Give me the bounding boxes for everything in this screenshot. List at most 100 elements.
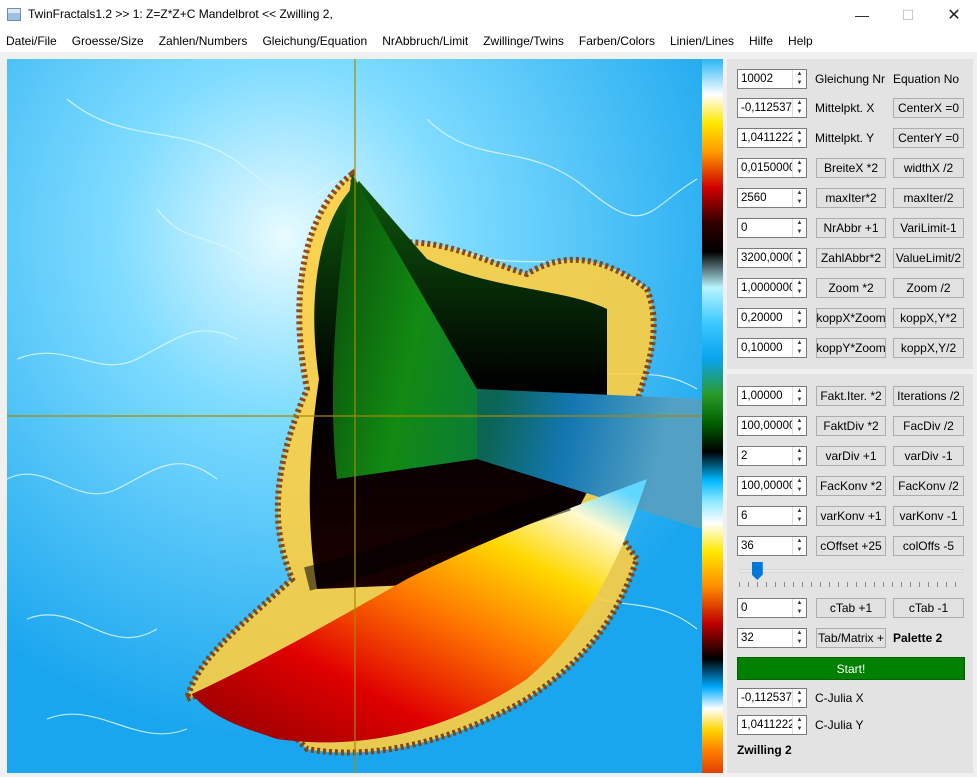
fackonv-spinbox[interactable]: 100,00000 ▲ ▼ — [737, 476, 807, 496]
tabmatrix-plus-button[interactable]: Tab/Matrix + — [816, 628, 886, 648]
spin-arrows[interactable]: ▲ ▼ — [792, 99, 806, 117]
spin-value: 0,0150000 — [741, 162, 793, 174]
width-spinbox[interactable]: 0,0150000 ▲ ▼ — [737, 158, 807, 178]
valuelimit-half-button[interactable]: ValueLimit/2 — [893, 248, 964, 268]
spin-arrows[interactable]: ▲ ▼ — [792, 689, 806, 707]
spin-arrows[interactable]: ▲ ▼ — [792, 309, 806, 327]
spin-arrows[interactable]: ▲ ▼ — [792, 129, 806, 147]
maxiter-spinbox[interactable]: 2560 ▲ ▼ — [737, 188, 807, 208]
koppy-zoom-button[interactable]: koppY*Zoom — [816, 338, 886, 358]
spin-arrows[interactable]: ▲ ▼ — [792, 189, 806, 207]
maxiter-double-button[interactable]: maxIter*2 — [816, 188, 886, 208]
ctab-minus-button[interactable]: cTab -1 — [893, 598, 964, 618]
minimize-button[interactable]: — — [839, 0, 885, 30]
koppxy-double-button[interactable]: koppX,Y*2 — [893, 308, 964, 328]
spin-arrows[interactable]: ▲ ▼ — [792, 629, 806, 647]
spin-arrows[interactable]: ▲ ▼ — [792, 219, 806, 237]
center-y-zero-button[interactable]: CenterY =0 — [893, 128, 964, 148]
nrabbr-plus-button[interactable]: NrAbbr +1 — [816, 218, 886, 238]
koppx-zoom-button[interactable]: koppX*Zoom — [816, 308, 886, 328]
color-palette-bar — [702, 59, 723, 773]
zoom-double-button[interactable]: Zoom *2 — [816, 278, 886, 298]
fackonv-double-button[interactable]: FacKonv *2 — [816, 476, 886, 496]
julia-y-spinbox[interactable]: 1,0411222 ▲ ▼ — [737, 715, 807, 735]
menu-zahlen[interactable]: Zahlen/Numbers — [159, 34, 248, 48]
spin-arrows[interactable]: ▲ ▼ — [792, 447, 806, 465]
menu-help[interactable]: Help — [788, 34, 813, 48]
zahlabbr-spinbox[interactable]: 3200,0000 ▲ ▼ — [737, 248, 807, 268]
nrabbr-spinbox[interactable]: 0 ▲ ▼ — [737, 218, 807, 238]
varkonv-minus-button[interactable]: varKonv -1 — [893, 506, 964, 526]
spin-arrows[interactable]: ▲ ▼ — [792, 599, 806, 617]
tabmatrix-spinbox[interactable]: 32 ▲ ▼ — [737, 628, 807, 648]
spin-arrows[interactable]: ▲ ▼ — [792, 387, 806, 405]
spin-arrows[interactable]: ▲ ▼ — [792, 716, 806, 734]
color-slider-ticks — [739, 582, 963, 587]
center-x-spinbox[interactable]: -0,1125379 ▲ ▼ — [737, 98, 807, 118]
spin-value: 0 — [741, 602, 748, 614]
vardiv-plus-button[interactable]: varDiv +1 — [816, 446, 886, 466]
koppx-spinbox[interactable]: 0,20000 ▲ ▼ — [737, 308, 807, 328]
menu-linien[interactable]: Linien/Lines — [670, 34, 734, 48]
equation-spinbox[interactable]: 10002 ▲ ▼ — [737, 69, 807, 89]
koppxy-half-button[interactable]: koppX,Y/2 — [893, 338, 964, 358]
spin-arrows[interactable]: ▲ ▼ — [792, 279, 806, 297]
spin-arrows[interactable]: ▲ ▼ — [792, 417, 806, 435]
palette-label: Palette 2 — [893, 631, 943, 645]
spin-arrows[interactable]: ▲ ▼ — [792, 507, 806, 525]
zoom-half-button[interactable]: Zoom /2 — [893, 278, 964, 298]
width-half-button[interactable]: widthX /2 — [893, 158, 964, 178]
spin-value: 1,0411222 — [741, 132, 793, 144]
menu-zwillinge[interactable]: Zwillinge/Twins — [483, 34, 564, 48]
menu-nrabbruch[interactable]: NrAbbruch/Limit — [382, 34, 468, 48]
spin-arrows[interactable]: ▲ ▼ — [792, 159, 806, 177]
zoom-spinbox[interactable]: 1,0000000 ▲ ▼ — [737, 278, 807, 298]
fackonv-half-button[interactable]: FacKonv /2 — [893, 476, 964, 496]
spin-value: 1,00000 — [741, 390, 783, 402]
coloffs-minus-button[interactable]: colOffs -5 — [893, 536, 964, 556]
vardiv-spinbox[interactable]: 2 ▲ ▼ — [737, 446, 807, 466]
center-y-label: Mittelpkt. Y — [815, 131, 875, 145]
spin-value: 2560 — [741, 192, 767, 204]
coffset-plus-button[interactable]: cOffset +25 — [816, 536, 886, 556]
spin-value: 6 — [741, 510, 748, 522]
spin-value: 3200,0000 — [741, 252, 793, 264]
fractal-canvas[interactable] — [7, 59, 702, 773]
center-x-zero-button[interactable]: CenterX =0 — [893, 98, 964, 118]
ctab-spinbox[interactable]: 0 ▲ ▼ — [737, 598, 807, 618]
menu-groesse[interactable]: Groesse/Size — [72, 34, 144, 48]
spin-arrows[interactable]: ▲ ▼ — [792, 537, 806, 555]
varkonv-plus-button[interactable]: varKonv +1 — [816, 506, 886, 526]
center-y-spinbox[interactable]: 1,0411222 ▲ ▼ — [737, 128, 807, 148]
menu-datei[interactable]: Datei/File — [6, 34, 57, 48]
koppy-spinbox[interactable]: 0,10000 ▲ ▼ — [737, 338, 807, 358]
window-title: TwinFractals1.2 >> 1: Z=Z*Z+C Mandelbrot… — [28, 7, 333, 21]
coffset-spinbox[interactable]: 36 ▲ ▼ — [737, 536, 807, 556]
vardiv-minus-button[interactable]: varDiv -1 — [893, 446, 964, 466]
spin-arrows[interactable]: ▲ ▼ — [792, 477, 806, 495]
start-button[interactable]: Start! — [737, 657, 965, 680]
varilimit-minus-button[interactable]: VariLimit-1 — [893, 218, 964, 238]
fakt-iter-double-button[interactable]: Fakt.Iter. *2 — [816, 386, 886, 406]
faktdiv-spinbox[interactable]: 100,00000 ▲ ▼ — [737, 416, 807, 436]
close-button[interactable]: ✕ — [931, 0, 977, 30]
menu-gleichung[interactable]: Gleichung/Equation — [262, 34, 367, 48]
spin-arrows[interactable]: ▲ ▼ — [792, 70, 806, 88]
spin-arrows[interactable]: ▲ ▼ — [792, 339, 806, 357]
fakt-iter-spinbox[interactable]: 1,00000 ▲ ▼ — [737, 386, 807, 406]
zahlabbr-double-button[interactable]: ZahlAbbr*2 — [816, 248, 886, 268]
iterations-half-button[interactable]: Iterations /2 — [893, 386, 964, 406]
fractal-image — [7, 59, 702, 773]
color-slider-track[interactable] — [739, 569, 963, 573]
width-double-button[interactable]: BreiteX *2 — [816, 158, 886, 178]
ctab-plus-button[interactable]: cTab +1 — [816, 598, 886, 618]
maxiter-half-button[interactable]: maxIter/2 — [893, 188, 964, 208]
facdiv-half-button[interactable]: FacDiv /2 — [893, 416, 964, 436]
julia-x-spinbox[interactable]: -0,1125379 ▲ ▼ — [737, 688, 807, 708]
spin-arrows[interactable]: ▲ ▼ — [792, 249, 806, 267]
varkonv-spinbox[interactable]: 6 ▲ ▼ — [737, 506, 807, 526]
maximize-button[interactable]: ☐ — [885, 0, 931, 30]
menu-hilfe[interactable]: Hilfe — [749, 34, 773, 48]
menu-farben[interactable]: Farben/Colors — [579, 34, 655, 48]
faktdiv-double-button[interactable]: FaktDiv *2 — [816, 416, 886, 436]
